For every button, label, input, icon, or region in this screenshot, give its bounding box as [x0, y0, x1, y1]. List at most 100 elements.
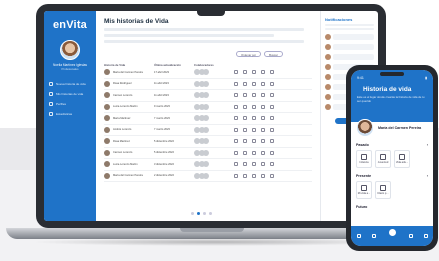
view-icon[interactable]	[252, 81, 256, 86]
page-dot[interactable]	[191, 212, 194, 215]
delete-icon[interactable]	[270, 81, 274, 86]
delete-icon[interactable]	[270, 104, 274, 109]
settings-icon[interactable]	[261, 116, 265, 121]
story-name[interactable]: María del Carmen Pereira	[113, 71, 143, 74]
settings-icon[interactable]	[261, 173, 265, 178]
tile-diary[interactable]: Diario p...	[375, 181, 391, 199]
book-icon[interactable]	[371, 234, 376, 238]
settings-icon[interactable]	[261, 104, 265, 109]
settings-icon[interactable]	[261, 93, 265, 98]
edit-icon[interactable]	[234, 81, 238, 86]
share-icon[interactable]	[243, 104, 247, 109]
share-icon[interactable]	[243, 150, 247, 155]
chevron-right-icon[interactable]: ›	[427, 174, 428, 178]
page-dot[interactable]	[209, 212, 212, 215]
story-name[interactable]: María Martínez	[113, 117, 130, 120]
edit-icon[interactable]	[234, 104, 238, 109]
sidebar-item-stats[interactable]: Estadísticas	[44, 109, 96, 119]
home-icon[interactable]	[356, 234, 361, 238]
column-header[interactable]: Historia de Vida	[104, 63, 154, 67]
notification-item[interactable]	[325, 44, 374, 50]
profile-card[interactable]: María del Carmen Pereira	[356, 119, 428, 137]
table-row[interactable]: Carmen Lorenzo 11 abril 2023	[104, 90, 312, 102]
column-header[interactable]: Última actualización	[154, 63, 194, 67]
tile-adult[interactable]: Vida adu...	[394, 150, 410, 168]
delete-icon[interactable]	[270, 139, 274, 144]
edit-icon[interactable]	[234, 70, 238, 75]
bell-icon[interactable]	[408, 234, 413, 238]
table-row[interactable]: Lucía Lorenzo Martín 9 marzo 2023	[104, 102, 312, 113]
table-row[interactable]: Carmen Lorenzo 5 diciembre 2022	[104, 148, 312, 159]
sidebar-item-profiles[interactable]: Perfiles	[44, 99, 96, 109]
share-icon[interactable]	[243, 93, 247, 98]
share-icon[interactable]	[243, 173, 247, 178]
story-name[interactable]: Andrés Lorenzo	[113, 128, 131, 131]
sort-dropdown[interactable]: Ordenar por	[236, 51, 262, 57]
delete-icon[interactable]	[270, 162, 274, 167]
settings-icon[interactable]	[261, 81, 265, 86]
edit-icon[interactable]	[234, 139, 238, 144]
edit-icon[interactable]	[234, 116, 238, 121]
story-name[interactable]: Lucía Lorenzo Martín	[113, 105, 138, 108]
view-icon[interactable]	[252, 70, 256, 75]
delete-icon[interactable]	[270, 150, 274, 155]
table-row[interactable]: Lucía Lorenzo Martín 3 diciembre 2022	[104, 159, 312, 171]
share-icon[interactable]	[243, 127, 247, 132]
settings-icon[interactable]	[261, 70, 265, 75]
story-name[interactable]: Lucía Lorenzo Martín	[113, 163, 138, 166]
view-icon[interactable]	[252, 162, 256, 167]
view-icon[interactable]	[252, 173, 256, 178]
table-row[interactable]: María del Carmen Pereira 17 abril 2023	[104, 67, 312, 79]
story-name[interactable]: María del Carmen Pereira	[113, 174, 143, 177]
view-icon[interactable]	[252, 127, 256, 132]
search-input[interactable]: Buscar	[264, 51, 283, 57]
page-dot[interactable]	[203, 212, 206, 215]
tile-childhood[interactable]: Infancia	[356, 150, 372, 168]
share-icon[interactable]	[243, 116, 247, 121]
view-icon[interactable]	[252, 139, 256, 144]
page-dot[interactable]	[197, 212, 200, 215]
story-name[interactable]: Carmen Lorenzo	[113, 94, 132, 97]
edit-icon[interactable]	[234, 173, 238, 178]
user-icon[interactable]	[423, 234, 428, 238]
delete-icon[interactable]	[270, 127, 274, 132]
share-icon[interactable]	[243, 70, 247, 75]
edit-icon[interactable]	[234, 127, 238, 132]
table-row[interactable]: Rosa Rodríguez 11 abril 2023	[104, 79, 312, 90]
settings-icon[interactable]	[261, 139, 265, 144]
avatar[interactable]	[60, 40, 80, 60]
chevron-right-icon[interactable]: ›	[427, 143, 428, 147]
table-row[interactable]: María del Carmen Pereira 2 diciembre 2022	[104, 171, 312, 182]
app-logo[interactable]: enVita	[53, 19, 87, 31]
view-icon[interactable]	[252, 116, 256, 121]
view-icon[interactable]	[252, 104, 256, 109]
view-icon[interactable]	[252, 150, 256, 155]
add-icon[interactable]	[386, 226, 398, 238]
story-name[interactable]: Carmen Lorenzo	[113, 151, 132, 154]
edit-icon[interactable]	[234, 93, 238, 98]
settings-icon[interactable]	[261, 162, 265, 167]
tile-life[interactable]: Mi vida a...	[356, 181, 372, 199]
sidebar-item-new[interactable]: Nueva historia de vida	[44, 79, 96, 89]
notification-item[interactable]	[325, 34, 374, 40]
tile-youth[interactable]: Juventud	[375, 150, 391, 168]
edit-icon[interactable]	[234, 150, 238, 155]
share-icon[interactable]	[243, 139, 247, 144]
share-icon[interactable]	[243, 162, 247, 167]
delete-icon[interactable]	[270, 93, 274, 98]
delete-icon[interactable]	[270, 70, 274, 75]
settings-icon[interactable]	[261, 150, 265, 155]
column-header[interactable]: Colaboradores	[194, 63, 234, 67]
story-name[interactable]: Rosa Martínez	[113, 140, 130, 143]
delete-icon[interactable]	[270, 173, 274, 178]
table-row[interactable]: Rosa Martínez 5 diciembre 2022	[104, 136, 312, 148]
sidebar-item-stories[interactable]: Mis historias de vida	[44, 89, 96, 99]
delete-icon[interactable]	[270, 116, 274, 121]
share-icon[interactable]	[243, 81, 247, 86]
table-row[interactable]: Andrés Lorenzo 7 marzo 2023	[104, 125, 312, 136]
settings-icon[interactable]	[261, 127, 265, 132]
view-icon[interactable]	[252, 93, 256, 98]
notification-item[interactable]	[325, 54, 374, 60]
edit-icon[interactable]	[234, 162, 238, 167]
table-row[interactable]: María Martínez 7 marzo 2023	[104, 113, 312, 125]
